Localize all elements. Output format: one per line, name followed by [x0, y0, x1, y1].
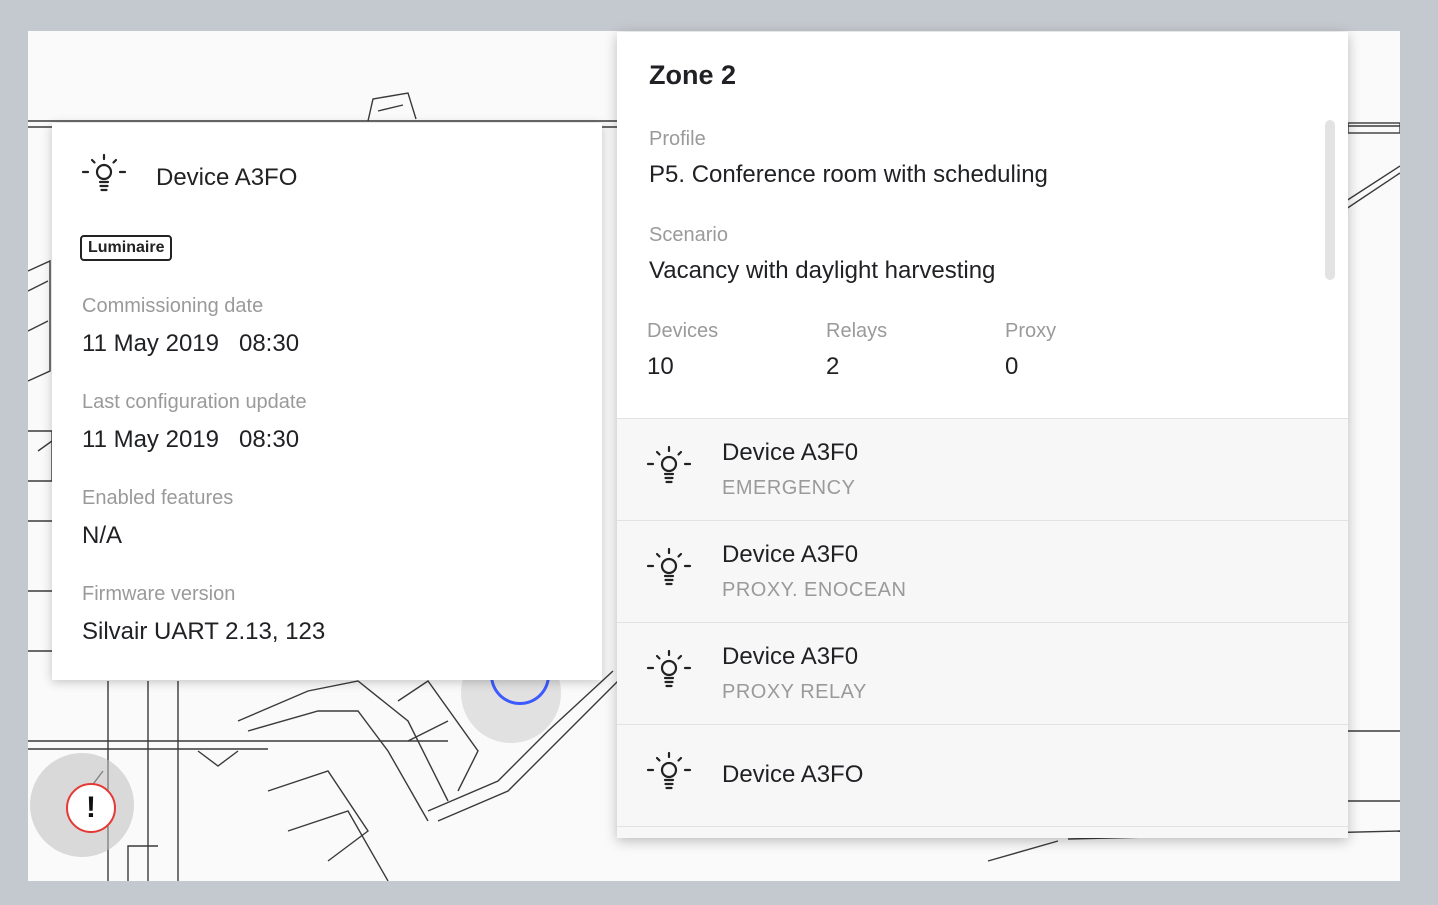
scenario-value: Vacancy with daylight harvesting [649, 257, 996, 284]
commissioning-value: 11 May 2019 08:30 [82, 330, 299, 358]
list-item[interactable] [617, 826, 1348, 838]
commissioning-field: Commissioning date 11 May 2019 08:30 [82, 295, 299, 358]
list-item[interactable]: Device A3F0 EMERGENCY [617, 418, 1348, 520]
last-update-date: 11 May 2019 [82, 426, 219, 453]
alert-icon[interactable]: ! [66, 783, 116, 833]
stat-value: 10 [647, 353, 674, 380]
last-update-value: 11 May 2019 08:30 [82, 426, 307, 454]
commissioning-date: 11 May 2019 [82, 330, 219, 357]
zone-device-list: Device A3F0 EMERGENCY Device A3F0 PROXY.… [617, 418, 1348, 838]
lightbulb-icon [645, 443, 693, 496]
commissioning-time: 08:30 [238, 330, 300, 357]
device-name: Device A3F0 [722, 439, 859, 466]
firmware-label: Firmware version [82, 583, 236, 605]
device-name: Device A3FO [722, 761, 864, 788]
firmware-field: Firmware version Silvair UART 2.13, 123 [82, 583, 325, 646]
list-item-text: Device A3F0 PROXY. ENOCEAN [722, 541, 906, 602]
device-name: Device A3F0 [722, 643, 859, 670]
profile-label: Profile [649, 128, 706, 150]
device-role: PROXY. ENOCEAN [722, 579, 907, 601]
zone-panel: Zone 2 Profile P5. Conference room with … [617, 32, 1348, 838]
zone-title: Zone 2 [649, 60, 737, 90]
profile-field: Profile P5. Conference room with schedul… [649, 128, 1048, 189]
list-item-text: Device A3FO [722, 761, 863, 789]
device-title: Device A3FO [156, 163, 298, 191]
device-name: Device A3F0 [722, 541, 859, 568]
commissioning-label: Commissioning date [82, 295, 264, 317]
lightbulb-icon [645, 545, 693, 598]
list-item-text: Device A3F0 PROXY RELAY [722, 643, 867, 704]
features-field: Enabled features N/A [82, 487, 233, 550]
stat-value: 0 [1005, 353, 1019, 380]
lightbulb-icon [80, 151, 128, 204]
profile-value: P5. Conference room with scheduling [649, 161, 1048, 188]
stat-label: Proxy [1005, 320, 1057, 342]
features-label: Enabled features [82, 487, 234, 509]
stat-value: 2 [826, 353, 840, 380]
device-type-badge: Luminaire [80, 235, 173, 261]
scrollbar[interactable] [1325, 120, 1335, 280]
stat-label: Relays [826, 320, 888, 342]
list-item[interactable]: Device A3F0 PROXY. ENOCEAN [617, 520, 1348, 622]
lightbulb-icon [645, 647, 693, 700]
stat-devices: Devices 10 [647, 320, 718, 381]
list-item[interactable]: Device A3F0 PROXY RELAY [617, 622, 1348, 724]
scenario-field: Scenario Vacancy with daylight harvestin… [649, 224, 995, 285]
device-card-header: Device A3FO [80, 151, 297, 204]
stat-proxy: Proxy 0 [1005, 320, 1056, 381]
device-role: PROXY RELAY [722, 681, 867, 703]
device-role: EMERGENCY [722, 477, 856, 499]
last-update-field: Last configuration update 11 May 2019 08:… [82, 391, 307, 454]
firmware-value: Silvair UART 2.13, 123 [82, 618, 326, 645]
list-item[interactable]: Device A3FO [617, 724, 1348, 826]
features-value: N/A [82, 522, 123, 549]
lightbulb-icon [645, 749, 693, 802]
scenario-label: Scenario [649, 224, 728, 246]
list-item-text: Device A3F0 EMERGENCY [722, 439, 858, 500]
last-update-label: Last configuration update [82, 391, 307, 413]
stat-relays: Relays 2 [826, 320, 887, 381]
last-update-time: 08:30 [238, 426, 300, 453]
stat-label: Devices [647, 320, 719, 342]
device-detail-card: Device A3FO Luminaire Commissioning date… [52, 123, 602, 680]
